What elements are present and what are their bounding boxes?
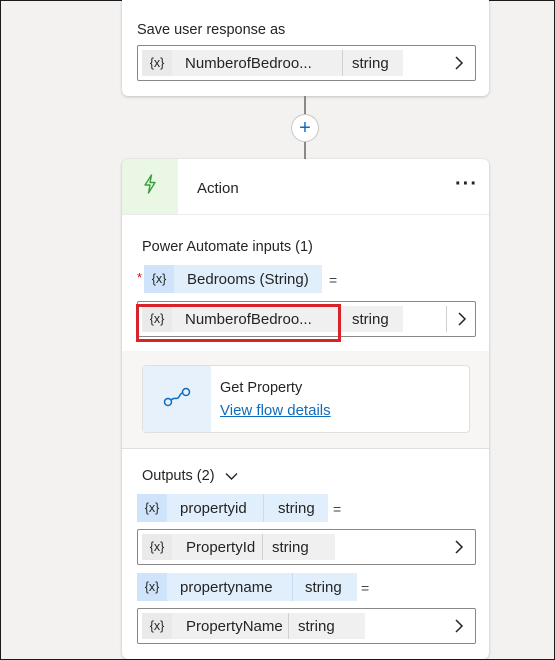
flow-icon [163,386,191,413]
action-icon-tile [122,159,178,214]
variable-icon: {x} [142,613,172,639]
output-param-icon: {x} [137,494,167,522]
output-equals: = [333,501,342,517]
variable-icon: {x} [142,534,172,560]
variable-type: string [263,534,335,560]
flow-name: Get Property [220,380,303,396]
chevron-right-icon[interactable] [451,539,467,555]
variable-type: string [289,613,365,639]
variable-icon: {x} [142,50,172,76]
input-param-label: Bedrooms (String) [174,265,322,293]
add-node-button[interactable]: + [291,114,319,142]
variable-name: PropertyName [172,613,288,639]
flow-icon-tile [143,366,211,432]
flow-card[interactable]: Get Property View flow details [142,365,470,433]
save-response-label: Save user response as [137,22,286,38]
variable-name: NumberofBedroo... [172,50,342,76]
view-flow-details-link[interactable]: View flow details [220,402,331,419]
required-marker: * [137,270,143,285]
input-equals: = [329,272,338,288]
output-param-icon: {x} [137,573,167,601]
chevron-right-icon[interactable] [451,55,467,71]
save-response-variable-field[interactable]: {x} NumberofBedroo... string [137,45,476,81]
output-param-type: string [293,573,357,601]
highlight-box [136,304,341,342]
more-options-button[interactable]: ··· [455,173,478,196]
output-variable-field[interactable]: {x} PropertyName string [137,608,476,644]
variable-type: string [343,50,403,76]
output-variable-field[interactable]: {x} PropertyId string [137,529,476,565]
outputs-heading: Outputs (2) [142,468,215,484]
connector-line-top [304,96,306,114]
output-param-type: string [264,494,328,522]
action-title: Action [197,180,239,197]
chevron-right-icon[interactable] [454,311,470,327]
variable-name: PropertyId [172,534,262,560]
chevron-down-icon [225,472,238,481]
output-param-name: propertyid [167,494,263,522]
divider [446,306,447,332]
outputs-toggle[interactable]: Outputs (2) [142,468,238,484]
action-card: Action ··· Power Automate inputs (1) * {… [122,159,489,659]
connector-line-bottom [304,142,306,159]
inputs-heading: Power Automate inputs (1) [142,239,313,255]
lightning-bolt-icon [142,174,158,199]
input-param-icon: {x} [144,265,174,293]
section-divider [122,448,489,449]
flow-section-bg: Get Property View flow details [122,351,489,448]
chevron-right-icon[interactable] [451,618,467,634]
question-card: Save user response as {x} NumberofBedroo… [122,0,489,96]
variable-type: string [339,306,403,332]
header-divider [122,214,489,215]
output-equals: = [361,580,370,596]
output-param-name: propertyname [167,573,292,601]
